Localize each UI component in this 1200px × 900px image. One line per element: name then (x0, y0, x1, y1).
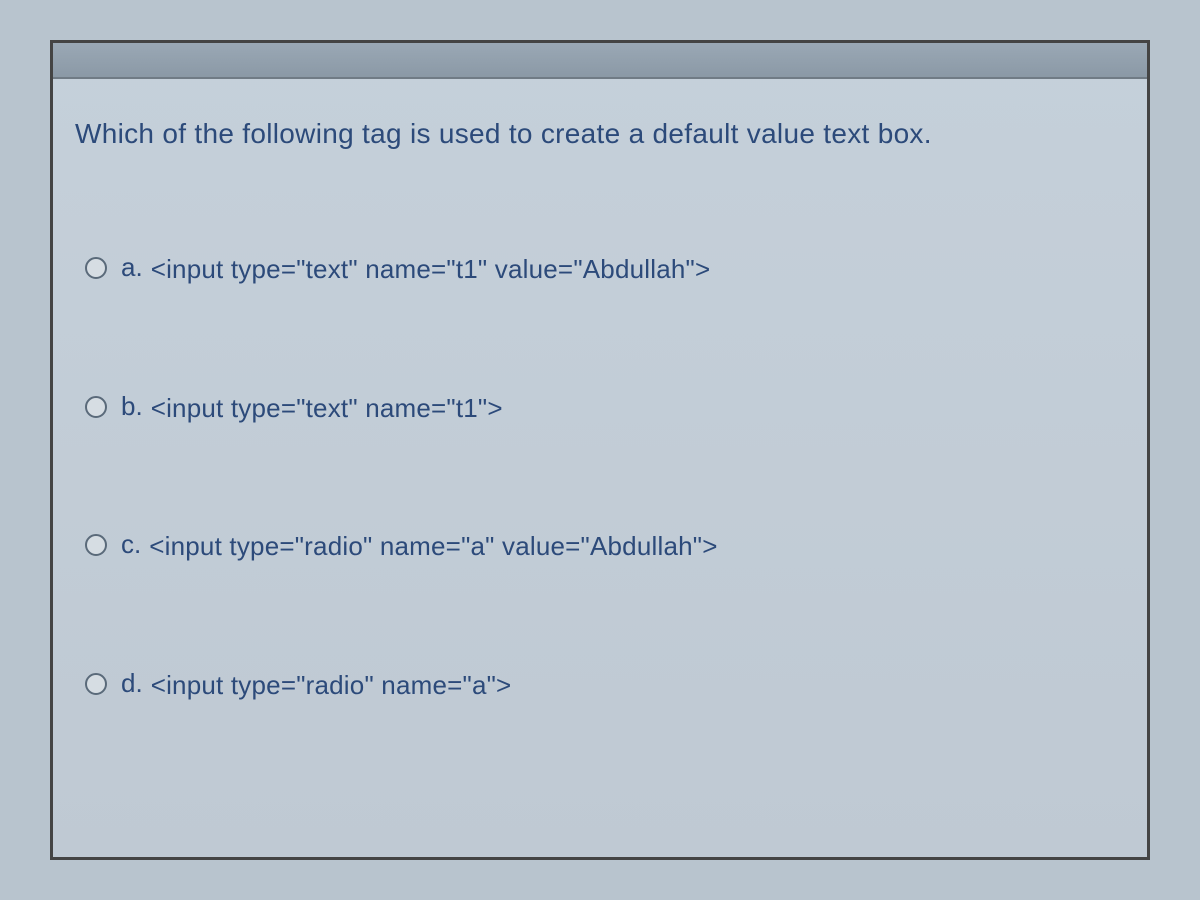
option-letter-c: c. (121, 530, 141, 559)
option-letter-d: d. (121, 669, 143, 698)
option-row-d: d. <input type="radio" name="a"> (75, 669, 1125, 703)
radio-c[interactable] (85, 534, 107, 556)
option-code-b: <input type="text" name="t1"> (151, 392, 503, 426)
radio-d[interactable] (85, 673, 107, 695)
option-code-d: <input type="radio" name="a"> (151, 669, 512, 703)
option-letter-b: b. (121, 392, 143, 421)
option-code-a: <input type="text" name="t1" value="Abdu… (151, 253, 711, 287)
option-letter-a: a. (121, 253, 143, 282)
panel-header-bar (53, 43, 1147, 79)
option-row-c: c. <input type="radio" name="a" value="A… (75, 530, 1125, 564)
radio-b[interactable] (85, 396, 107, 418)
option-row-a: a. <input type="text" name="t1" value="A… (75, 253, 1125, 287)
quiz-content: Which of the following tag is used to cr… (53, 79, 1147, 723)
quiz-panel: Which of the following tag is used to cr… (50, 40, 1150, 860)
option-code-c: <input type="radio" name="a" value="Abdu… (149, 530, 717, 564)
option-row-b: b. <input type="text" name="t1"> (75, 392, 1125, 426)
radio-a[interactable] (85, 257, 107, 279)
question-text: Which of the following tag is used to cr… (75, 115, 1125, 153)
